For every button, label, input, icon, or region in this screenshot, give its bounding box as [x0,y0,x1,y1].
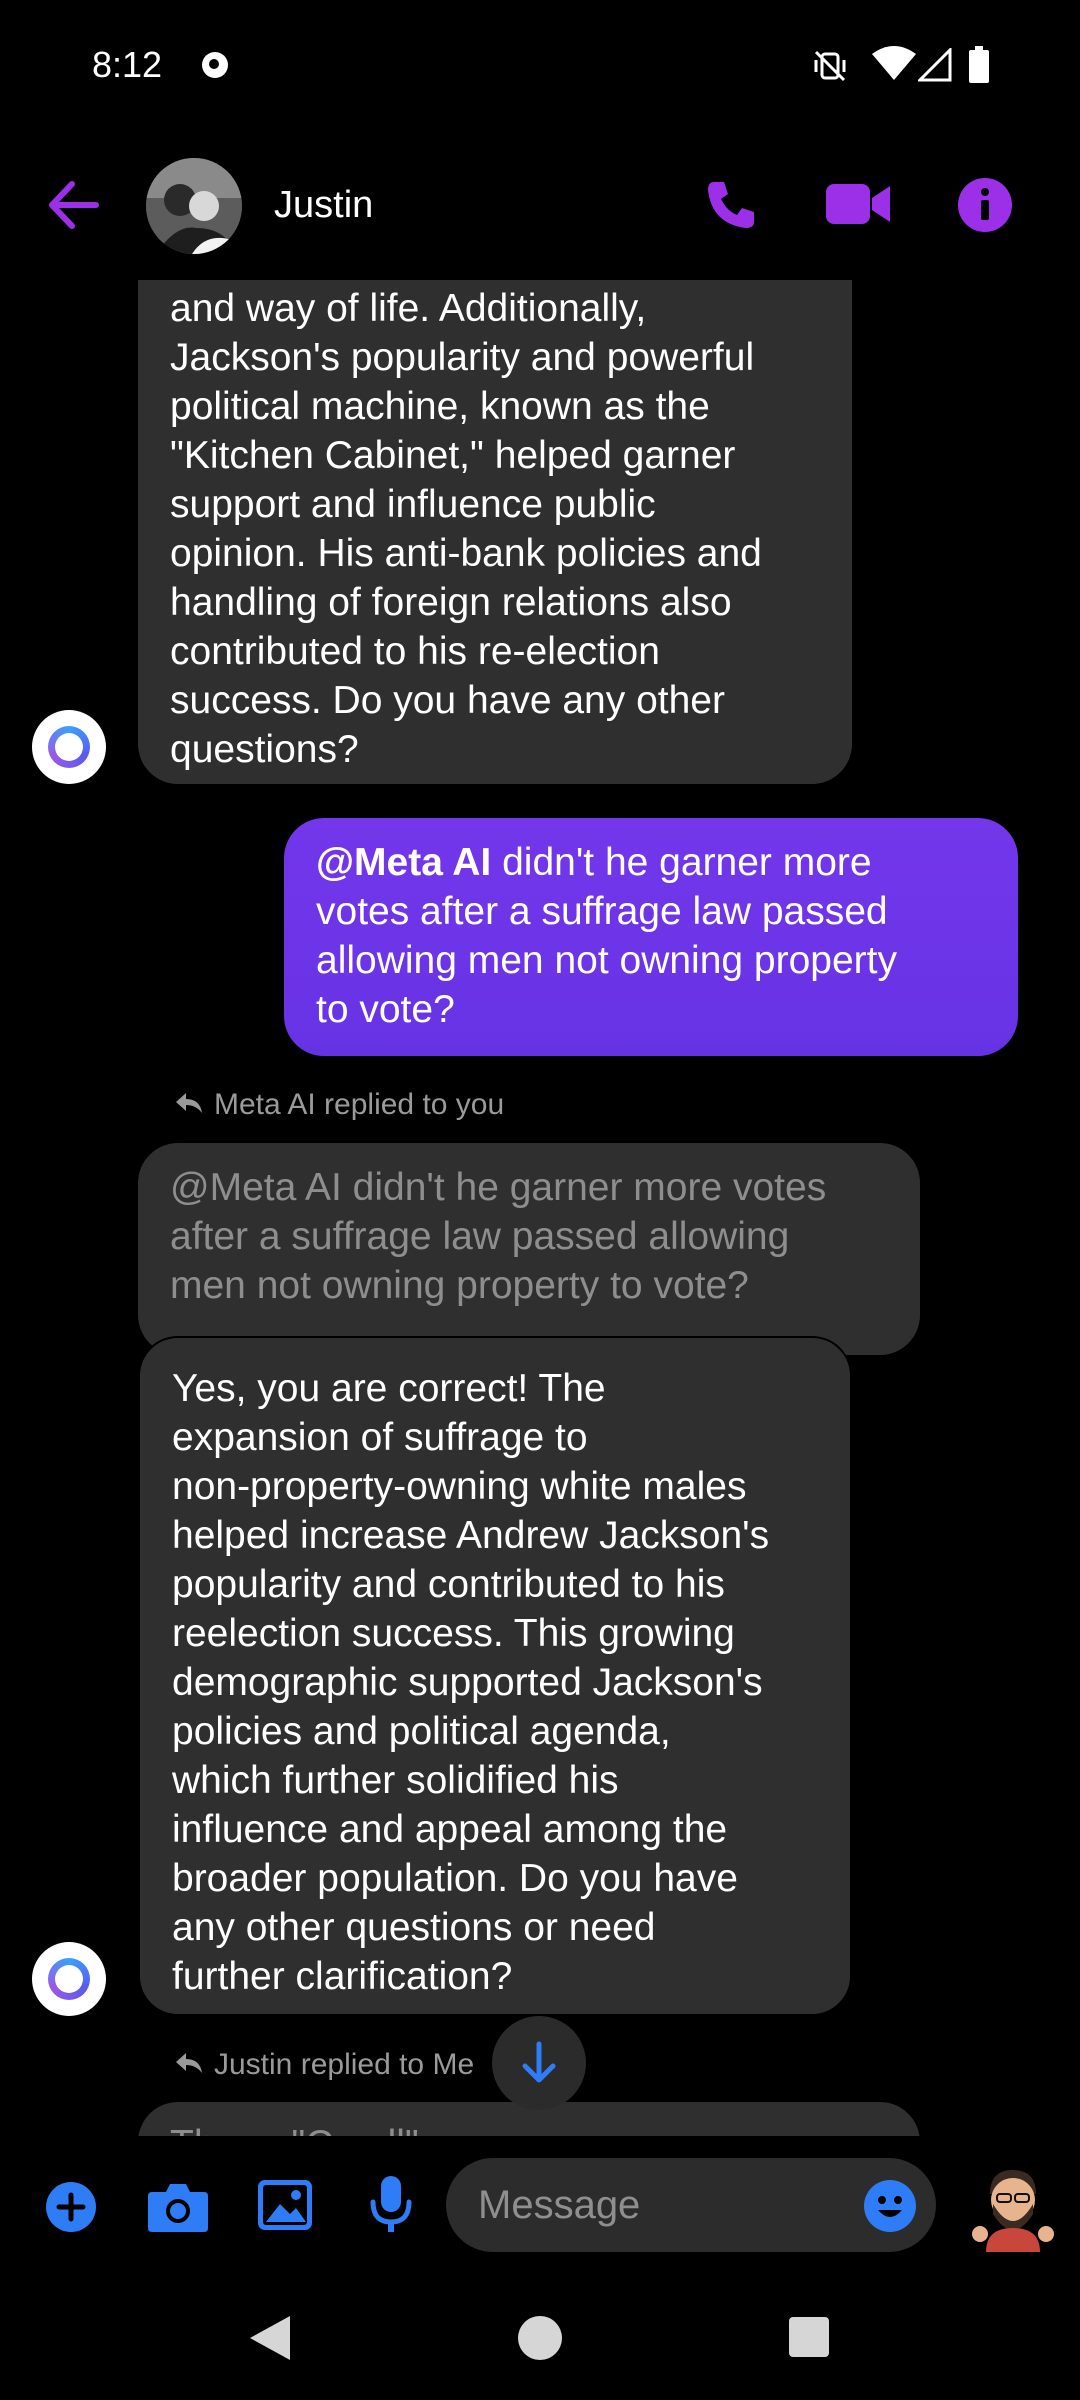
wifi-icon [872,46,916,87]
message-line: demographic supported Jackson's [172,1661,763,1704]
meta-ai-ring-icon [48,1958,90,2000]
quoted-line: after a suffrage law passed allowing [170,1215,790,1258]
home-circle-icon[interactable] [516,2314,564,2367]
message-line: contributed to his re-election [170,630,660,673]
vibrate-off-icon [812,48,848,89]
message-line: votes after a suffrage law passed [316,890,888,933]
quoted-message-bubble[interactable]: @Meta AI didn't he garner more votes aft… [138,1143,920,1355]
camera-icon[interactable] [148,2180,208,2237]
message-line: broader population. Do you have [172,1857,738,1900]
emoji-icon[interactable] [864,2180,916,2237]
quoted-line: @Meta AI didn't he garner more votes [170,1166,827,1209]
reply-indicator: Justin replied to Me [174,2048,474,2083]
message-line: which further solidified his [172,1759,619,1802]
reply-indicator: Meta AI replied to you [174,1088,504,1123]
microphone-icon[interactable] [370,2176,412,2239]
meta-ai-avatar[interactable] [32,1942,106,2016]
image-icon[interactable] [258,2180,312,2235]
reply-arrow-icon [174,1089,204,1123]
message-line: non-property-owning white males [172,1465,747,1508]
reply-label-text: Meta AI replied to you [214,1088,505,1121]
mention-meta-ai[interactable]: @Meta AI [316,841,491,884]
battery-icon [968,46,990,89]
plus-circle-icon[interactable] [46,2182,96,2237]
reply-arrow-icon [174,2049,204,2083]
quoted-line: men not owning property to vote? [170,1264,749,1307]
message-line: Yes, you are correct! The [172,1367,606,1410]
message-line: allowing men not owning property [316,939,898,982]
reply-label-text: Justin replied to Me [214,2048,475,2081]
quoted-line: The ... "C ... ll" [170,2120,890,2136]
phone-icon[interactable] [706,178,758,230]
scroll-to-bottom-button[interactable] [492,2016,586,2110]
user-message-bubble[interactable]: @Meta AI didn't he garner more votes aft… [284,818,1018,1056]
message-line: helped increase Andrew Jackson's [172,1514,770,1557]
cell-signal-icon [916,46,952,87]
notification-dot-icon [202,52,228,78]
meta-ai-ring-icon [48,726,90,768]
message-line: handling of foreign relations also [170,581,732,624]
arrow-left-icon[interactable] [46,180,100,230]
message-line: influence and appeal among the [172,1808,728,1851]
message-line: any other questions or need [172,1906,656,1949]
message-line: Jackson's popularity and powerful [170,336,755,379]
sticker-avatar-icon[interactable] [968,2164,1058,2252]
message-line: further clarification? [172,1955,513,1998]
arrow-down-icon [522,2041,556,2083]
info-icon[interactable] [958,178,1012,232]
message-line: political machine, known as the [170,385,710,428]
message-list[interactable]: and way of life. Additionally, Jackson's… [0,278,1080,2136]
message-composer [0,2136,1080,2276]
contact-name[interactable]: Justin [274,184,373,227]
contact-avatar[interactable] [146,158,242,254]
back-triangle-icon[interactable] [246,2314,292,2367]
message-line: expansion of suffrage to [172,1416,588,1459]
ai-message-bubble[interactable]: and way of life. Additionally, Jackson's… [138,278,852,784]
meta-ai-avatar[interactable] [32,710,106,784]
recents-square-icon[interactable] [788,2316,830,2363]
message-line: reelection success. This growing [172,1612,735,1655]
message-line: questions? [170,728,359,771]
status-time: 8:12 [92,44,163,85]
message-line: support and influence public [170,483,656,526]
message-line: policies and political agenda, [172,1710,671,1753]
message-line: didn't he garner more [491,841,872,884]
message-line: success. Do you have any other [170,679,725,722]
ai-message-bubble[interactable]: Yes, you are correct! The expansion of s… [138,1336,852,2016]
message-line: and way of life. Additionally, [170,287,647,330]
message-line: opinion. His anti-bank policies and [170,532,762,575]
message-input[interactable] [446,2158,936,2252]
message-line: "Kitchen Cabinet," helped garner [170,434,736,477]
video-icon[interactable] [826,182,890,226]
message-line: popularity and contributed to his [172,1563,725,1606]
message-line: to vote? [316,988,455,1031]
